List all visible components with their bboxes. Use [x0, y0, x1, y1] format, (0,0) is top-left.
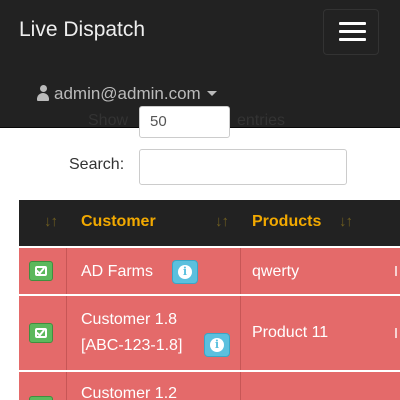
sort-icon[interactable]: ↓↑ — [339, 213, 353, 230]
product-name: Product 11 — [252, 324, 329, 341]
hamburger-icon-bar — [339, 30, 366, 33]
search-label: Search: — [69, 156, 125, 173]
info-button[interactable]: i — [172, 260, 198, 284]
entries-per-page-select[interactable]: 50 — [139, 106, 230, 138]
info-icon: i — [178, 265, 192, 279]
user-menu-dropdown[interactable]: admin@admin.com — [37, 84, 217, 104]
hamburger-icon — [339, 22, 366, 25]
table-row[interactable]: Customer 1.8 [ABC-123-1.8] i Product 11 — [19, 295, 400, 370]
length-label: Show — [88, 112, 129, 129]
menu-toggle-button[interactable] — [323, 9, 379, 55]
table-header: ↓↑ Customer ↓↑ Products ↓↑ — [19, 200, 400, 246]
table-row[interactable]: AD Farms i qwerty — [19, 247, 400, 294]
brand-title[interactable]: Live Dispatch — [19, 18, 145, 42]
info-button[interactable]: i — [204, 333, 230, 357]
search-input[interactable] — [139, 149, 347, 185]
sort-icon[interactable]: ↓↑ — [215, 213, 229, 230]
table-row[interactable]: Customer 1.2 — [19, 371, 400, 400]
product-name: qwerty — [252, 263, 300, 280]
customer-name: Customer 1.2 — [81, 385, 178, 400]
customer-name: Customer 1.8 — [81, 311, 178, 328]
sort-icon[interactable]: ↓↑ — [44, 213, 58, 230]
check-button[interactable] — [29, 396, 53, 400]
customer-name: AD Farms — [81, 263, 153, 280]
customer-code: [ABC-123-1.8] — [81, 337, 183, 354]
hamburger-icon-bar — [339, 38, 366, 41]
check-button[interactable] — [29, 323, 53, 343]
user-icon — [37, 85, 49, 101]
length-suffix: entries — [237, 112, 286, 129]
info-icon: i — [210, 338, 224, 352]
caret-down-icon — [206, 91, 217, 96]
column-header-customer[interactable]: Customer — [81, 200, 156, 246]
column-header-products[interactable]: Products — [252, 200, 321, 246]
check-button[interactable] — [29, 261, 53, 281]
user-email: admin@admin.com — [54, 84, 201, 103]
